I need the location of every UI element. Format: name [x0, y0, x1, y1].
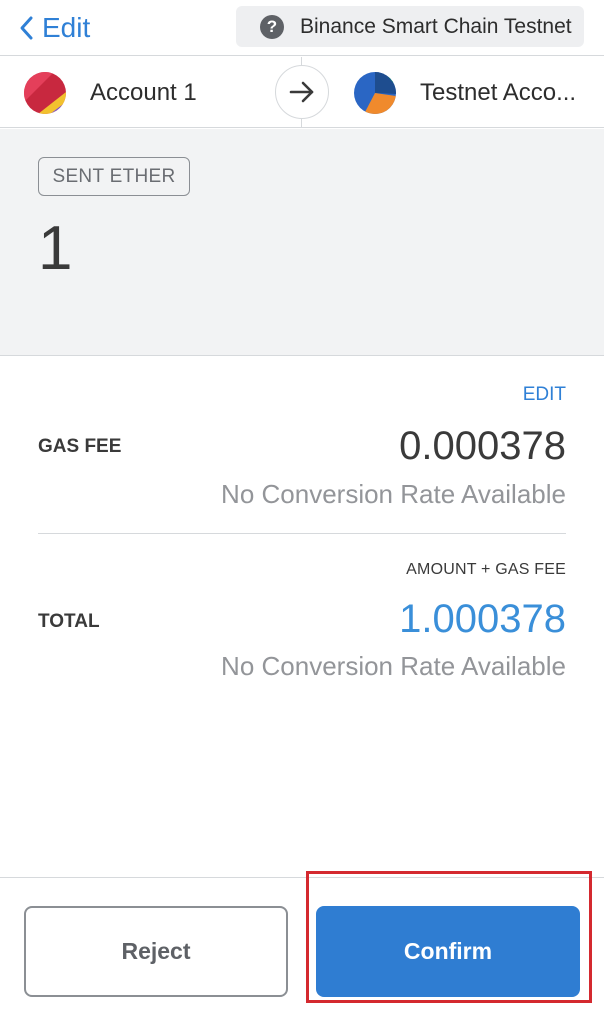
- accounts-row: Account 1 Testnet Acco...: [0, 57, 604, 128]
- back-label: Edit: [42, 12, 91, 43]
- total-value: 1.000378: [399, 597, 566, 641]
- account-avatar-icon: [24, 71, 66, 114]
- amount-panel: SENT ETHER 1: [0, 129, 604, 356]
- to-account-name: Testnet Acco...: [420, 78, 577, 106]
- account-avatar-icon: [354, 71, 396, 114]
- header: Edit ? Binance Smart Chain Testnet: [0, 0, 604, 56]
- gas-fee-label: GAS FEE: [38, 436, 122, 457]
- total-label: TOTAL: [38, 611, 100, 632]
- network-label: Binance Smart Chain Testnet: [300, 14, 572, 38]
- gas-fee-value: 0.000378: [399, 424, 566, 468]
- arrow-right-icon: [275, 65, 329, 119]
- gas-fee-conversion: No Conversion Rate Available: [221, 479, 566, 509]
- from-account-name: Account 1: [90, 78, 197, 106]
- help-icon: ?: [260, 14, 284, 39]
- separator: [38, 533, 566, 534]
- network-selector[interactable]: ? Binance Smart Chain Testnet: [236, 6, 584, 47]
- to-account[interactable]: Testnet Acco...: [354, 57, 604, 128]
- total-caption: AMOUNT + GAS FEE: [406, 561, 566, 578]
- confirm-button[interactable]: Confirm: [316, 906, 580, 997]
- sent-amount: 1: [38, 214, 73, 283]
- edit-gas-link[interactable]: EDIT: [523, 384, 566, 406]
- reject-button[interactable]: Reject: [24, 906, 288, 997]
- chevron-left-icon: [20, 16, 33, 40]
- sent-ether-badge: SENT ETHER: [38, 157, 190, 196]
- back-button[interactable]: Edit: [18, 10, 90, 46]
- footer-divider: [0, 877, 604, 878]
- total-conversion: No Conversion Rate Available: [221, 651, 566, 681]
- from-account[interactable]: Account 1: [24, 57, 197, 128]
